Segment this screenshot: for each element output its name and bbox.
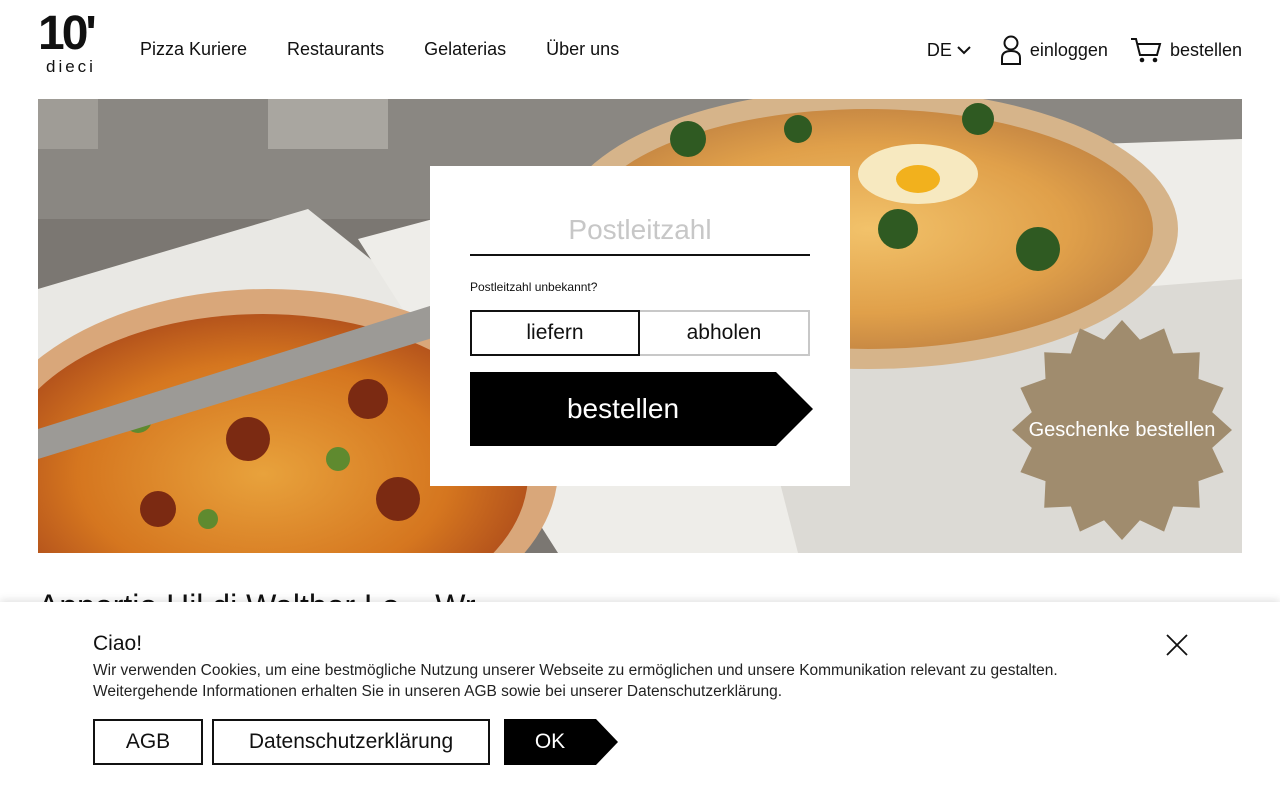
zip-unknown-link[interactable]: Postleitzahl unbekannt? [470, 280, 597, 294]
user-icon [1000, 35, 1021, 65]
language-selector[interactable]: DE [927, 40, 972, 61]
dieci-logo[interactable]: 10' dieci [38, 10, 114, 78]
order-button[interactable]: bestellen [470, 372, 815, 446]
logo-number: 10' [38, 7, 97, 60]
cookie-text-2: Weitergehende Informationen erhalten Sie… [93, 683, 783, 700]
cart-label: bestellen [1169, 39, 1242, 60]
logo-word: dieci [46, 57, 96, 76]
pickup-option[interactable]: abholen [640, 310, 810, 356]
site-header: 10' dieci Pizza Kuriere Restaurants Gela… [0, 0, 1280, 99]
ok-button-label: OK [534, 730, 566, 753]
nav-ueber-uns[interactable]: Über uns [546, 39, 619, 60]
deliver-option[interactable]: liefern [470, 310, 640, 356]
nav-restaurants[interactable]: Restaurants [287, 39, 384, 60]
header-actions: DE einloggen bestellen [927, 34, 1242, 66]
main-nav: Pizza Kuriere Restaurants Gelaterias Übe… [140, 39, 659, 60]
chevron-down-icon [957, 46, 971, 55]
privacy-policy-button[interactable]: Datenschutzerklärung [212, 719, 490, 765]
login-label: einloggen [1029, 39, 1108, 60]
language-label: DE [926, 39, 952, 60]
nav-gelaterias[interactable]: Gelaterias [424, 39, 506, 60]
gift-badge-label: Geschenke bestellen [1028, 418, 1216, 441]
gift-badge[interactable]: Geschenke bestellen [1010, 318, 1234, 542]
ok-button[interactable]: OK [504, 719, 620, 765]
login-link[interactable]: einloggen [1000, 35, 1108, 65]
order-button-label: bestellen [566, 393, 680, 424]
cookie-text-1: Wir verwenden Cookies, um eine bestmögli… [93, 662, 1058, 679]
close-icon[interactable] [1164, 632, 1190, 658]
cookie-banner: Ciao! Wir verwenden Cookies, um eine bes… [0, 602, 1280, 800]
nav-pizza-kuriere[interactable]: Pizza Kuriere [140, 39, 247, 60]
agb-button[interactable]: AGB [93, 719, 203, 765]
zip-input[interactable] [470, 206, 810, 256]
cart-link[interactable]: bestellen [1130, 36, 1242, 64]
cookie-title: Ciao! [93, 632, 143, 655]
order-card: Postleitzahl unbekannt? liefern abholen … [430, 166, 850, 486]
cart-icon [1130, 38, 1162, 63]
